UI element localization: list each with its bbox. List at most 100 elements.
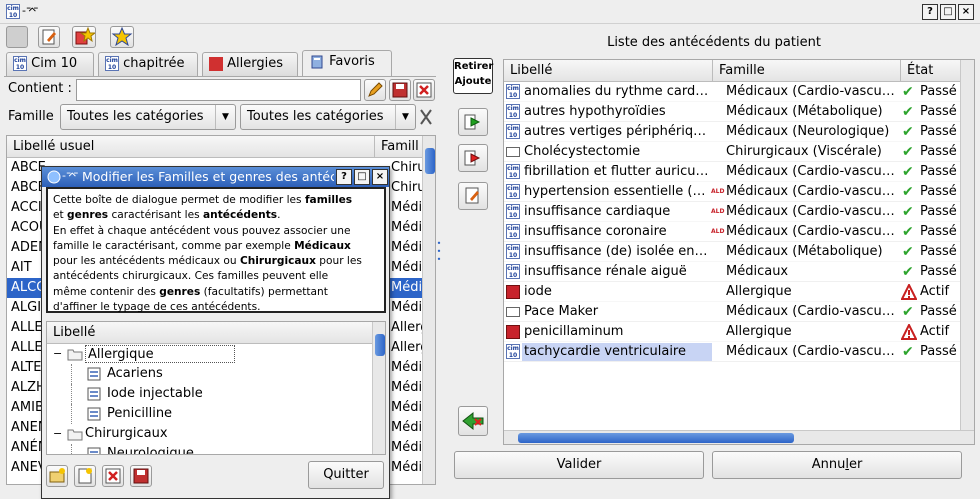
annuler-button[interactable]: Annuler (712, 451, 962, 479)
tree-libelle-header[interactable]: Libellé (47, 322, 373, 344)
save-button[interactable] (389, 79, 411, 101)
check-icon: ✔ (902, 144, 914, 160)
edit-pencil-button[interactable] (364, 79, 386, 101)
antecedent-etat: Passé (920, 244, 957, 259)
antecedent-row[interactable]: penicillaminum Allergique Actif (504, 322, 962, 342)
left-col-famille-header[interactable]: Famill (375, 136, 423, 158)
left-cell-famille: Médica (391, 200, 423, 215)
tools-icon[interactable] (419, 108, 433, 126)
tree-item[interactable]: Iode injectable (47, 384, 373, 404)
splitter-handle[interactable]: • • • (436, 240, 442, 270)
help-line: famille le caractérisant, comme par exem… (53, 239, 379, 254)
right-col-famille-header[interactable]: Famille (713, 60, 901, 82)
tree-item[interactable]: − Chirurgicaux (47, 424, 373, 444)
tree-item[interactable]: Acariens (47, 364, 373, 384)
antecedent-row[interactable]: cim 10 insuffisance coronaire ALD Médicaux (… (504, 222, 962, 242)
antecedent-famille: Médicaux (Neurologique) (726, 124, 890, 139)
antecedent-etat: Passé (920, 224, 957, 239)
add-antecedent-button[interactable] (458, 108, 488, 136)
tab-allergies[interactable]: Allergies (202, 52, 298, 76)
antecedent-row[interactable]: cim 10 autres vertiges périphériq… Médicaux… (504, 122, 962, 142)
antecedent-row[interactable]: cim 10 fibrillation et flutter auricu… Médi… (504, 162, 962, 182)
help-title-button[interactable]: ? (922, 4, 938, 20)
antecedents-table: Libellé Famille État cim 10 anomalies du r… (503, 59, 975, 445)
cim10-icon: cim 10 (506, 244, 520, 259)
tab-cim10[interactable]: cim 10 Cim 10 (6, 52, 94, 76)
check-icon: ✔ (902, 304, 914, 320)
right-col-libelle-header[interactable]: Libellé (504, 60, 713, 82)
tree-expander-icon[interactable]: − (53, 344, 62, 364)
cim10-icon: cim 10 (506, 104, 520, 119)
dialog-delete-button[interactable] (102, 465, 124, 487)
antecedent-row[interactable]: cim 10 insuffisance (de) isolée en… Médicau… (504, 242, 962, 262)
right-col-etat-header[interactable]: État (901, 60, 961, 82)
left-cell-famille: Médica (391, 260, 423, 275)
delete-button[interactable] (413, 79, 435, 101)
antecedent-row[interactable]: Cholécystectomie Chirurgicaux (Viscérale)… (504, 142, 962, 162)
dialog-help-button[interactable]: ? (336, 169, 352, 185)
favorite-add-button[interactable] (72, 26, 97, 48)
retirer-ajoute-button[interactable]: Retirer Ajoute (453, 58, 493, 94)
tab-favoris-label: Favoris (329, 54, 375, 69)
antecedent-row[interactable]: cim 10 hypertension essentielle (… ALD Médic… (504, 182, 962, 202)
antecedent-famille: Chirurgicaux (Viscérale) (726, 144, 882, 159)
search-input[interactable] (76, 79, 361, 101)
famille-combo-2[interactable]: Toutes les catégories ▼ (240, 104, 416, 130)
new-genre-button[interactable] (74, 465, 96, 487)
help-line: pour les antécédents médicaux ou Chirurg… (53, 254, 379, 269)
tab-favoris[interactable]: Favoris (302, 50, 392, 76)
tree-vertical-scrollbar[interactable] (372, 322, 385, 454)
left-vertical-scrollbar[interactable] (422, 136, 435, 484)
left-col-libelle-header[interactable]: Libellé usuel (7, 136, 375, 158)
antecedent-row[interactable]: cim 10 autres hypothyroïdies Médicaux (Méta… (504, 102, 962, 122)
favorite-button[interactable] (110, 26, 134, 48)
left-cell-famille: Chiru (391, 180, 423, 195)
valider-button[interactable]: Valider (454, 451, 704, 479)
right-vertical-scrollbar[interactable] (960, 60, 974, 430)
left-scroll-thumb[interactable] (425, 148, 435, 174)
back-antecedent-button[interactable] (458, 406, 488, 436)
save-icon (133, 468, 149, 484)
left-cell-famille: Médica (391, 400, 423, 415)
antecedent-row[interactable]: cim 10 anomalies du rythme card… Médicaux (… (504, 82, 962, 102)
dialog-maximize-button[interactable]: □ (354, 169, 370, 185)
dialog-save-button[interactable] (130, 465, 152, 487)
ajoute-label: Ajoute (454, 76, 492, 87)
tree-line (71, 364, 72, 384)
tab-chapitree[interactable]: cim 10 chapitrée (98, 52, 198, 76)
tree-item[interactable]: Penicilline (47, 404, 373, 424)
antecedent-row[interactable]: cim 10 insuffisance rénale aiguë Médicaux ✔ P… (504, 262, 962, 282)
tree-scroll-thumb[interactable] (375, 334, 385, 356)
antecedent-row[interactable]: cim 10 insuffisance cardiaque ALD Médicaux (… (504, 202, 962, 222)
dialog-close-button[interactable]: × (372, 169, 388, 185)
new-family-button[interactable] (46, 465, 68, 487)
cim10-icon: cim 10 (506, 184, 520, 199)
delete-icon (416, 82, 432, 98)
antecedent-row[interactable]: iode Allergique Actif (504, 282, 962, 302)
right-hscroll-thumb[interactable] (518, 433, 794, 443)
edit-note-icon (465, 187, 479, 204)
right-horizontal-scrollbar[interactable] (504, 430, 974, 444)
tree-item[interactable]: Neurologique (47, 444, 373, 454)
tab-chapitree-label: chapitrée (123, 56, 185, 71)
pin-icon[interactable]: -⌤ (22, 4, 39, 17)
remove-antecedent-button[interactable] (458, 144, 488, 172)
edit-note-button[interactable] (38, 26, 60, 48)
tree-expander-icon[interactable]: − (53, 424, 62, 444)
maximize-title-button[interactable]: □ (940, 4, 956, 20)
tree-item[interactable]: − Allergique (47, 344, 373, 364)
help-text: famille le caractérisant, comme par exem… (53, 239, 295, 252)
antecedent-row[interactable]: Pace Maker Médicaux (Cardio-vascu… ✔ Passé (504, 302, 962, 322)
help-text: pour les antécédents médicaux ou (53, 255, 240, 268)
pencil-icon (368, 82, 383, 97)
quitter-button[interactable]: Quitter (308, 461, 384, 489)
antecedent-famille: Médicaux (Métabolique) (726, 244, 883, 259)
toolbar-button-blank[interactable] (6, 26, 28, 48)
close-title-button[interactable]: × (958, 4, 974, 20)
edit-antecedent-button[interactable] (458, 182, 488, 210)
antecedent-label: Cholécystectomie (524, 144, 641, 159)
famille-combo-1[interactable]: Toutes les catégories ▼ (60, 104, 236, 130)
dialog-pin-icon[interactable]: -⌤ (62, 169, 79, 182)
left-cell-famille: Médica (391, 440, 423, 455)
antecedent-row[interactable]: cim 10 tachycardie ventriculaire Médicaux (… (504, 342, 962, 362)
